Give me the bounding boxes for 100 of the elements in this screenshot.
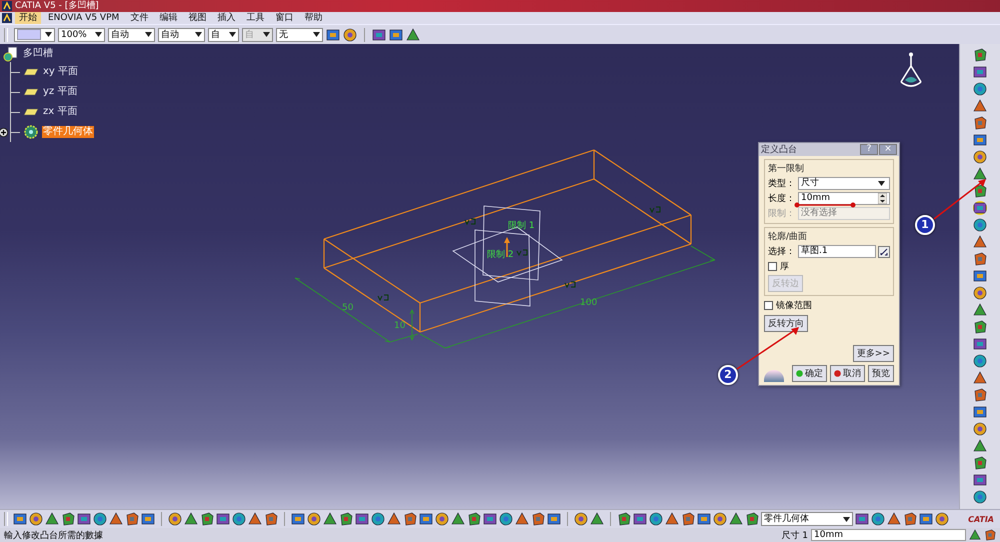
tool-icon[interactable] — [355, 512, 369, 526]
tool-icon[interactable] — [307, 512, 321, 526]
tool-icon[interactable] — [232, 512, 246, 526]
dimension-field[interactable]: 10mm — [811, 529, 966, 541]
tool-icon[interactable] — [973, 337, 987, 351]
color-dropdown[interactable] — [14, 28, 55, 42]
tool-icon[interactable] — [973, 422, 987, 436]
expand-icon[interactable] — [0, 128, 8, 136]
tool-icon[interactable] — [973, 150, 987, 164]
tool-icon[interactable] — [855, 512, 869, 526]
tool-icon[interactable] — [973, 99, 987, 113]
tool-icon[interactable] — [919, 512, 933, 526]
tool-icon[interactable] — [973, 456, 987, 470]
tool-icon[interactable] — [871, 512, 885, 526]
dropdown[interactable]: 自动 — [158, 28, 205, 42]
tool-icon[interactable] — [125, 512, 139, 526]
tree-item[interactable]: xy 平面 — [42, 66, 80, 78]
tree-item[interactable]: yz 平面 — [42, 86, 78, 98]
tool-icon[interactable] — [729, 512, 743, 526]
tool-icon[interactable] — [973, 303, 987, 317]
menu-item[interactable]: ENOVIA V5 VPM — [44, 12, 124, 24]
tool-icon[interactable] — [339, 512, 353, 526]
tool-icon[interactable] — [973, 252, 987, 266]
selection-field[interactable]: 草图.1 — [798, 245, 876, 258]
tool-icon[interactable] — [973, 405, 987, 419]
tool-icon[interactable] — [973, 82, 987, 96]
tool-icon[interactable] — [264, 512, 278, 526]
menu-item[interactable]: 视图 — [184, 12, 210, 24]
tool-icon[interactable] — [973, 354, 987, 368]
tool-icon[interactable] — [547, 512, 561, 526]
tool-icon[interactable] — [499, 512, 513, 526]
tool-icon[interactable] — [973, 439, 987, 453]
tool-icon[interactable] — [665, 512, 679, 526]
tree-item[interactable]: 多凹槽 — [22, 48, 54, 60]
tool-icon[interactable] — [973, 133, 987, 147]
menu-item[interactable]: 编辑 — [155, 12, 182, 24]
tool-icon[interactable] — [973, 235, 987, 249]
menu-item[interactable]: 窗口 — [271, 12, 298, 24]
tool-icon[interactable] — [973, 286, 987, 300]
tool-icon[interactable] — [973, 388, 987, 402]
tool-icon[interactable] — [248, 512, 262, 526]
tool-icon[interactable] — [13, 512, 27, 526]
tool-icon[interactable] — [973, 65, 987, 79]
tool-icon[interactable] — [649, 512, 663, 526]
tool-icon[interactable] — [590, 512, 604, 526]
tool-icon[interactable] — [419, 512, 433, 526]
tool-icon[interactable] — [973, 473, 987, 487]
menu-item[interactable]: 插入 — [213, 12, 240, 24]
tool-icon[interactable] — [291, 512, 305, 526]
dropdown[interactable]: 自 — [208, 28, 239, 42]
ok-button[interactable]: 确定 — [792, 365, 827, 382]
tool-icon[interactable] — [903, 512, 917, 526]
checkbox[interactable] — [768, 262, 777, 271]
tool-icon[interactable] — [93, 512, 107, 526]
tool-icon[interactable] — [973, 218, 987, 232]
tool-icon[interactable] — [371, 512, 385, 526]
tool-icon[interactable] — [887, 512, 901, 526]
preview-button[interactable]: 预览 — [868, 365, 894, 382]
checkbox[interactable] — [764, 301, 773, 310]
tool-icon[interactable] — [200, 512, 214, 526]
tool-icon[interactable] — [531, 512, 545, 526]
tool-icon[interactable] — [713, 512, 727, 526]
tool-icon[interactable] — [973, 320, 987, 334]
menu-item[interactable]: 帮助 — [300, 12, 326, 24]
dropdown[interactable]: 100% — [58, 28, 105, 42]
tool-icon[interactable] — [973, 184, 987, 198]
tool-icon[interactable] — [45, 512, 59, 526]
tool-icon[interactable] — [633, 512, 647, 526]
tool-icon[interactable] — [435, 512, 449, 526]
tool-icon[interactable] — [973, 201, 987, 215]
tool-icon[interactable] — [515, 512, 529, 526]
tool-icon[interactable] — [467, 512, 481, 526]
tool-icon[interactable] — [973, 269, 987, 283]
tool-icon[interactable] — [681, 512, 695, 526]
tool-icon[interactable] — [973, 48, 987, 62]
tool-icon[interactable] — [184, 512, 198, 526]
tool-icon[interactable] — [451, 512, 465, 526]
tool-icon[interactable] — [387, 512, 401, 526]
tool-icon[interactable] — [483, 512, 497, 526]
type-dropdown[interactable]: 尺寸 — [798, 177, 890, 190]
tool-icon[interactable] — [745, 512, 759, 526]
menu-item[interactable]: 开始 — [15, 12, 41, 24]
dropdown[interactable]: 自动 — [108, 28, 155, 42]
reverse-direction-button[interactable]: 反转方向 — [764, 315, 808, 332]
dropdown[interactable]: 无 — [276, 28, 323, 42]
tool-icon[interactable] — [973, 167, 987, 181]
tool-icon[interactable] — [61, 512, 75, 526]
sketch-edit-icon[interactable] — [878, 246, 890, 258]
part-dropdown[interactable]: 零件几何体 — [761, 512, 853, 526]
tool-icon[interactable] — [697, 512, 711, 526]
tool-icon[interactable] — [216, 512, 230, 526]
tool-icon[interactable] — [617, 512, 631, 526]
tree-item[interactable]: zx 平面 — [42, 106, 78, 118]
length-spinner[interactable]: 10mm — [798, 192, 890, 205]
tool-icon[interactable] — [403, 512, 417, 526]
tool-icon[interactable] — [29, 512, 43, 526]
cancel-button[interactable]: 取消 — [830, 365, 865, 382]
tool-icon[interactable] — [109, 512, 123, 526]
tool-icon[interactable] — [574, 512, 588, 526]
menu-item[interactable]: 文件 — [126, 12, 152, 24]
